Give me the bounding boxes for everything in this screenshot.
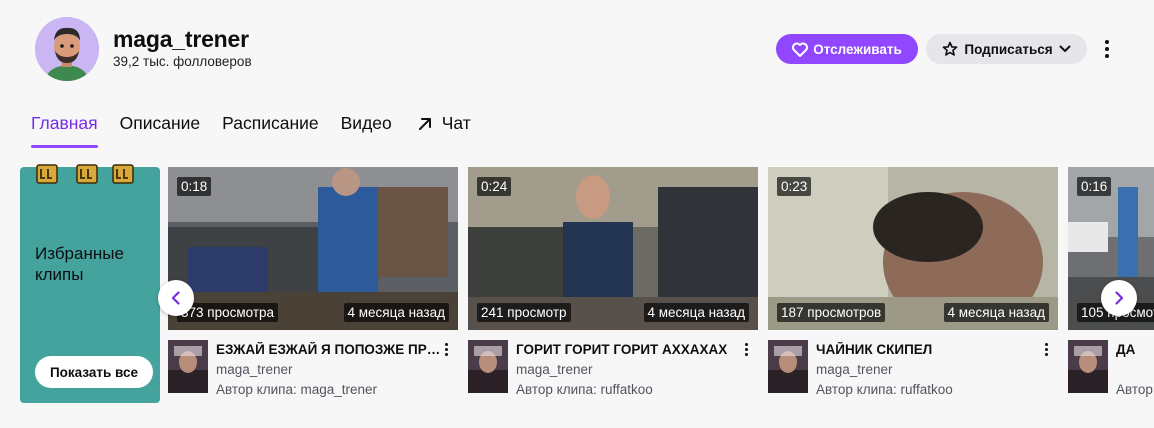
follow-button[interactable]: Отслеживать	[776, 34, 918, 64]
clip-duration: 0:18	[177, 177, 212, 196]
clip-emote-icon	[112, 164, 134, 184]
tab-videos[interactable]: Видео	[341, 113, 392, 148]
clip-views: 187 просмотров	[777, 303, 886, 322]
clip-channel[interactable]: maga_trener	[216, 362, 293, 377]
channel-tabs: Главная Описание Расписание Видео Чат	[31, 113, 471, 148]
clip-author: Автор клипа: maga_trener	[1116, 382, 1154, 397]
clip-author: Автор клипа: ruffatkoo	[816, 382, 953, 397]
clip-emote-icon	[76, 164, 98, 184]
chevron-down-icon	[1059, 45, 1071, 52]
clip-info: ЧАЙНИК СКИПЕЛ maga_trener Автор клипа: r…	[768, 337, 1058, 397]
featured-clips-title: Избранные клипы	[35, 244, 124, 284]
more-options-button[interactable]	[1095, 36, 1119, 62]
clip-card[interactable]: 0:18 373 просмотра 4 месяца назад ЕЗЖАЙ …	[168, 167, 458, 397]
featured-clips-card[interactable]: Избранные клипы Показать все	[20, 164, 160, 403]
heart-icon	[792, 42, 809, 57]
clip-title[interactable]: ГОРИТ ГОРИТ ГОРИТ АХХАХАХ	[516, 342, 741, 357]
avatar-image	[168, 340, 208, 393]
tab-schedule[interactable]: Расписание	[222, 113, 318, 148]
dot-icon	[444, 343, 448, 346]
clip-author: Автор клипа: maga_trener	[216, 382, 378, 397]
clip-channel[interactable]: maga_trener	[516, 362, 593, 377]
clip-info: ДА Автор клипа: maga_trener	[1068, 337, 1154, 397]
star-icon	[942, 41, 958, 56]
clip-emote-icon	[36, 164, 58, 184]
clip-thumbnail[interactable]: 0:24 241 просмотр 4 месяца назад	[468, 167, 758, 330]
clip-views: 241 просмотр	[477, 303, 571, 322]
chevron-left-icon	[171, 291, 180, 305]
clip-duration: 0:23	[777, 177, 812, 196]
clip-info: ГОРИТ ГОРИТ ГОРИТ АХХАХАХ maga_trener Ав…	[468, 337, 758, 397]
chevron-right-icon	[1115, 291, 1124, 305]
clip-duration: 0:24	[477, 177, 512, 196]
tab-about[interactable]: Описание	[120, 113, 201, 148]
clip-channel-avatar[interactable]	[768, 340, 808, 393]
clip-channel[interactable]: maga_trener	[816, 362, 893, 377]
clip-title[interactable]: ДА	[1116, 342, 1154, 357]
clip-channel-avatar[interactable]	[468, 340, 508, 393]
clip-age: 4 месяца назад	[343, 303, 449, 322]
dot-icon	[444, 348, 448, 351]
arrow-up-right-icon	[418, 118, 431, 130]
clip-title[interactable]: ЧАЙНИК СКИПЕЛ	[816, 342, 1041, 357]
dot-icon	[1105, 54, 1109, 58]
clip-card[interactable]: 0:24 241 просмотр 4 месяца назад ГОРИТ Г…	[468, 167, 758, 397]
clip-channel-avatar[interactable]	[168, 340, 208, 393]
dot-icon	[744, 348, 748, 351]
follower-count: 39,2 тыс. фолловеров	[113, 54, 252, 69]
follow-label: Отслеживать	[813, 41, 902, 57]
clip-thumbnail[interactable]: 0:18 373 просмотра 4 месяца назад	[168, 167, 458, 330]
clip-title[interactable]: ЕЗЖАЙ ЕЗЖАЙ Я ПОПОЗЖЕ ПРИЕДУ	[216, 342, 441, 357]
clip-more-button[interactable]	[1042, 343, 1050, 359]
clip-channel-avatar[interactable]	[1068, 340, 1108, 393]
clip-duration: 0:16	[1077, 177, 1112, 196]
clip-thumbnail[interactable]: 0:23 187 просмотров 4 месяца назад	[768, 167, 1058, 330]
avatar-image	[768, 340, 808, 393]
dot-icon	[1105, 47, 1109, 51]
dot-icon	[1105, 40, 1109, 44]
dot-icon	[744, 353, 748, 356]
show-all-button[interactable]: Показать все	[35, 356, 153, 388]
avatar-cartoon-man-icon	[35, 17, 99, 81]
avatar-image	[468, 340, 508, 393]
carousel-next-button[interactable]	[1101, 280, 1137, 316]
clip-info: ЕЗЖАЙ ЕЗЖАЙ Я ПОПОЗЖЕ ПРИЕДУ maga_trener…	[168, 337, 458, 397]
clip-more-button[interactable]	[442, 343, 450, 359]
clip-card[interactable]: 0:23 187 просмотров 4 месяца назад ЧАЙНИ…	[768, 167, 1058, 397]
clip-age: 4 месяца назад	[643, 303, 749, 322]
dot-icon	[744, 343, 748, 346]
channel-name[interactable]: maga_trener	[113, 26, 249, 53]
clip-author: Автор клипа: ruffatkoo	[516, 382, 653, 397]
avatar-image	[1068, 340, 1108, 393]
dot-icon	[1044, 353, 1048, 356]
dot-icon	[444, 353, 448, 356]
tab-chat[interactable]: Чат	[418, 113, 471, 148]
tab-chat-label: Чат	[441, 113, 471, 133]
dot-icon	[1044, 343, 1048, 346]
clip-age: 4 месяца назад	[943, 303, 1049, 322]
tab-home[interactable]: Главная	[31, 113, 98, 148]
subscribe-button[interactable]: Подписаться	[926, 34, 1087, 64]
carousel-prev-button[interactable]	[158, 280, 194, 316]
subscribe-label: Подписаться	[964, 41, 1053, 57]
clip-more-button[interactable]	[742, 343, 750, 359]
dot-icon	[1044, 348, 1048, 351]
channel-avatar[interactable]	[35, 17, 99, 81]
